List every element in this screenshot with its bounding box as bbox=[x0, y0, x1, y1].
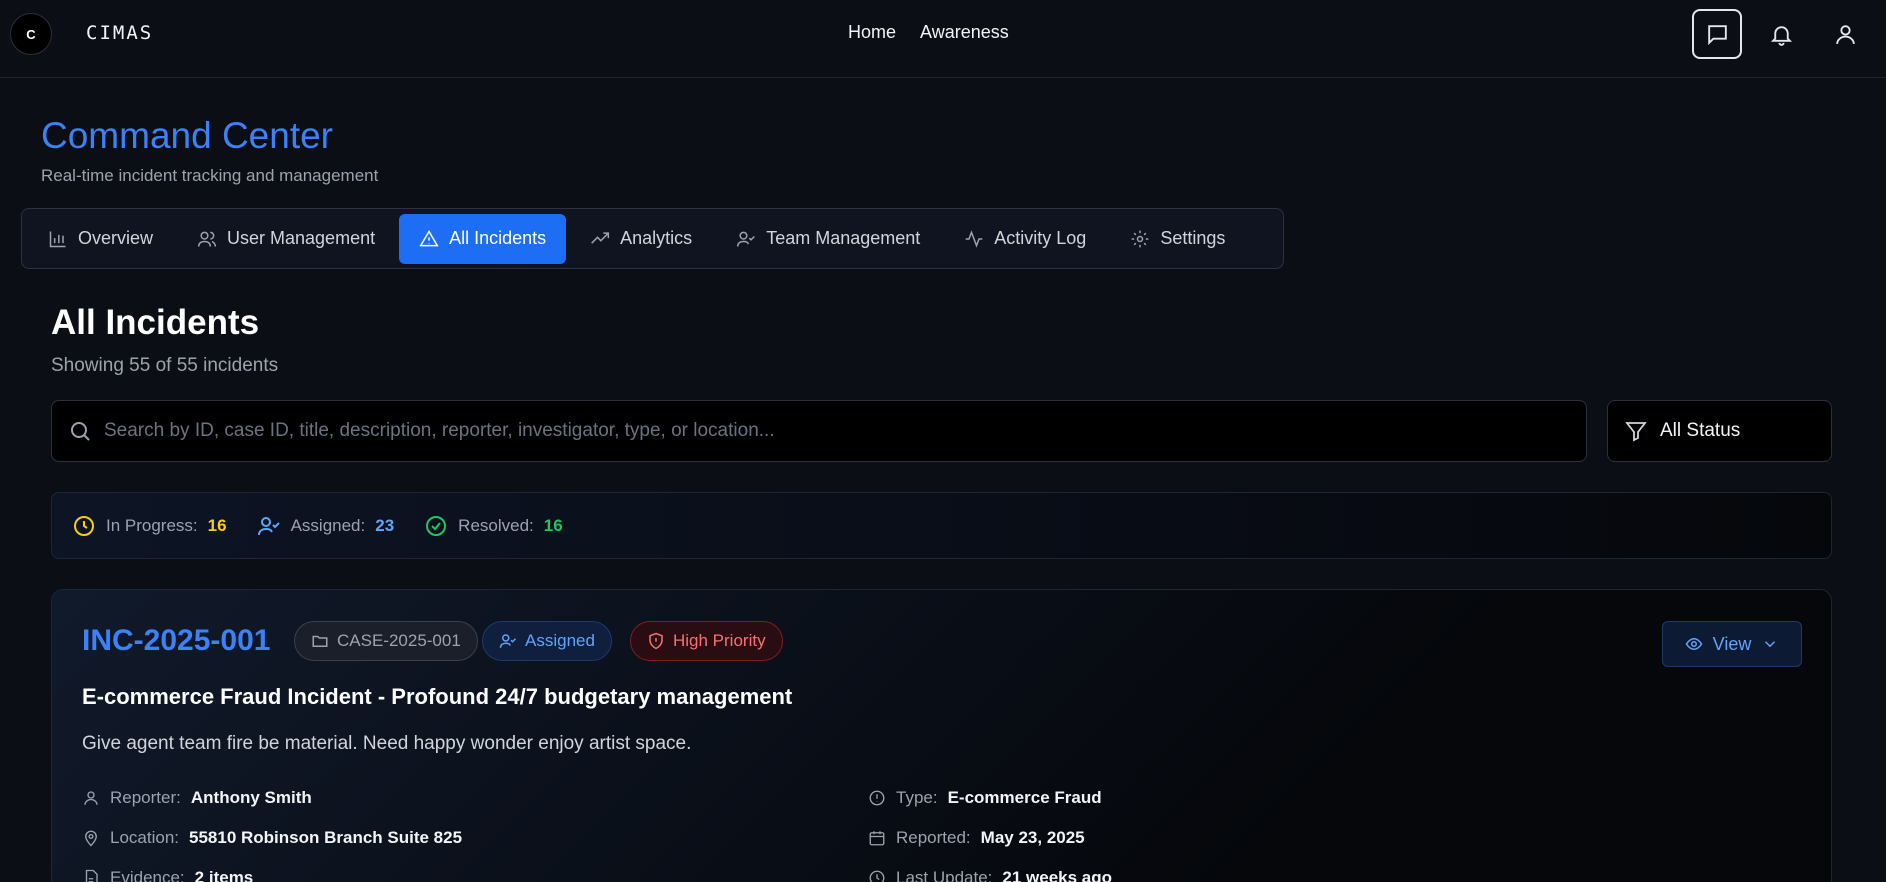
incident-card: INC-2025-001 CASE-2025-001 Assigned High… bbox=[51, 589, 1832, 882]
nav-link-home[interactable]: Home bbox=[848, 22, 896, 43]
meta-key: Last Update: bbox=[896, 868, 993, 882]
stat-label: In Progress: bbox=[106, 515, 198, 535]
trending-up-icon bbox=[591, 231, 610, 244]
user-icon bbox=[84, 791, 98, 805]
meta-value: 2 items bbox=[194, 868, 254, 882]
eye-icon bbox=[1685, 637, 1703, 651]
alert-circle-icon bbox=[869, 790, 885, 806]
tab-settings[interactable]: Settings bbox=[1110, 214, 1245, 264]
incident-description: Give agent team fire be material. Need h… bbox=[82, 733, 692, 754]
priority-badge: High Priority bbox=[630, 621, 783, 661]
case-id: CASE-2025-001 bbox=[337, 631, 461, 650]
stat-resolved: Resolved: 16 bbox=[424, 514, 563, 538]
bell-icon bbox=[1770, 25, 1792, 46]
user-check-icon bbox=[257, 516, 280, 535]
meta-key: Reported: bbox=[896, 828, 971, 847]
stat-value: 16 bbox=[207, 515, 227, 535]
tab-user-management[interactable]: User Management bbox=[177, 214, 395, 264]
page-subtitle: Real-time incident tracking and manageme… bbox=[41, 166, 379, 185]
priority-label: High Priority bbox=[673, 631, 766, 650]
section-title: All Incidents bbox=[51, 303, 260, 342]
tab-team-management[interactable]: Team Management bbox=[716, 214, 940, 264]
case-badge: CASE-2025-001 bbox=[294, 621, 478, 661]
message-icon bbox=[1707, 24, 1727, 45]
user-check-icon bbox=[737, 231, 756, 247]
tab-bar: Overview User Management All Incidents A… bbox=[21, 208, 1284, 269]
tab-label: Overview bbox=[78, 228, 154, 248]
meta-value: E-commerce Fraud bbox=[947, 788, 1102, 807]
clock-icon bbox=[869, 870, 885, 882]
stat-assigned: Assigned: 23 bbox=[257, 514, 395, 538]
tab-label: All Incidents bbox=[449, 228, 547, 248]
stats-bar: In Progress: 16 Assigned: 23 Resolved: 1… bbox=[51, 492, 1832, 559]
status-filter-value: All Status bbox=[1660, 420, 1741, 441]
meta-location: Location: 55810 Robinson Branch Suite 82… bbox=[82, 828, 462, 848]
tab-analytics[interactable]: Analytics bbox=[570, 214, 712, 264]
tab-label: Analytics bbox=[620, 228, 693, 248]
bar-chart-icon bbox=[49, 231, 66, 247]
calendar-icon bbox=[869, 831, 885, 846]
user-check-icon bbox=[499, 634, 517, 648]
nav-icon-group bbox=[1692, 9, 1870, 59]
meta-type: Type: E-commerce Fraud bbox=[868, 788, 1102, 808]
logo[interactable]: C bbox=[10, 13, 52, 55]
meta-key: Evidence: bbox=[110, 868, 185, 882]
profile-button[interactable] bbox=[1820, 9, 1870, 59]
check-circle-icon bbox=[426, 515, 447, 536]
top-navbar: C CIMAS Home Awareness bbox=[0, 0, 1886, 78]
meta-key: Location: bbox=[110, 828, 179, 847]
message-button[interactable] bbox=[1692, 9, 1742, 59]
view-label: View bbox=[1712, 633, 1752, 654]
meta-reported: Reported: May 23, 2025 bbox=[868, 828, 1085, 848]
meta-value: 55810 Robinson Branch Suite 825 bbox=[189, 828, 463, 847]
search-icon bbox=[71, 422, 90, 441]
stat-in-progress: In Progress: 16 bbox=[72, 514, 227, 538]
view-button[interactable]: View bbox=[1662, 621, 1802, 667]
stat-label: Assigned: bbox=[290, 515, 366, 535]
activity-icon bbox=[965, 229, 983, 248]
tab-label: Settings bbox=[1160, 228, 1226, 248]
meta-last-update: Last Update: 21 weeks ago bbox=[868, 868, 1112, 882]
tab-label: Team Management bbox=[766, 228, 921, 248]
incident-count: Showing 55 of 55 incidents bbox=[51, 355, 279, 376]
search-box bbox=[51, 400, 1587, 462]
folder-icon bbox=[312, 635, 328, 647]
status-badge: Assigned bbox=[482, 621, 612, 661]
page-title: Command Center bbox=[41, 115, 334, 156]
meta-key: Reporter: bbox=[110, 788, 181, 807]
tab-label: User Management bbox=[227, 228, 376, 248]
meta-value: 21 weeks ago bbox=[1002, 868, 1113, 882]
status-filter[interactable]: All Status bbox=[1607, 400, 1832, 462]
tab-activity-log[interactable]: Activity Log bbox=[944, 214, 1106, 264]
brand-name[interactable]: CIMAS bbox=[86, 22, 153, 44]
meta-value: May 23, 2025 bbox=[980, 828, 1085, 847]
map-pin-icon bbox=[85, 830, 97, 847]
tab-label: Activity Log bbox=[994, 228, 1087, 248]
users-icon bbox=[197, 231, 217, 247]
status-label: Assigned bbox=[525, 631, 595, 650]
meta-key: Type: bbox=[896, 788, 938, 807]
shield-icon bbox=[649, 632, 663, 650]
stat-value: 23 bbox=[375, 515, 395, 535]
search-input[interactable] bbox=[104, 420, 1586, 442]
meta-reporter: Reporter: Anthony Smith bbox=[82, 788, 312, 808]
clock-icon bbox=[74, 515, 94, 536]
meta-value: Anthony Smith bbox=[190, 788, 312, 807]
stat-value: 16 bbox=[543, 515, 563, 535]
incident-title: E-commerce Fraud Incident - Profound 24/… bbox=[82, 684, 793, 709]
tab-overview[interactable]: Overview bbox=[28, 214, 173, 264]
filter-icon bbox=[1625, 422, 1647, 442]
user-icon bbox=[1835, 24, 1855, 44]
chevron-down-icon bbox=[1765, 641, 1776, 648]
meta-evidence: Evidence: 2 items bbox=[82, 868, 253, 882]
gear-icon bbox=[1131, 230, 1149, 247]
incident-id[interactable]: INC-2025-001 bbox=[82, 624, 270, 658]
tab-all-incidents[interactable]: All Incidents bbox=[399, 213, 567, 264]
nav-link-awareness[interactable]: Awareness bbox=[920, 22, 1009, 43]
alert-triangle-icon bbox=[419, 229, 439, 246]
file-icon bbox=[85, 869, 98, 882]
stat-label: Resolved: bbox=[458, 515, 534, 535]
nav-links: Home Awareness bbox=[848, 22, 1009, 43]
notifications-button[interactable] bbox=[1756, 9, 1806, 59]
